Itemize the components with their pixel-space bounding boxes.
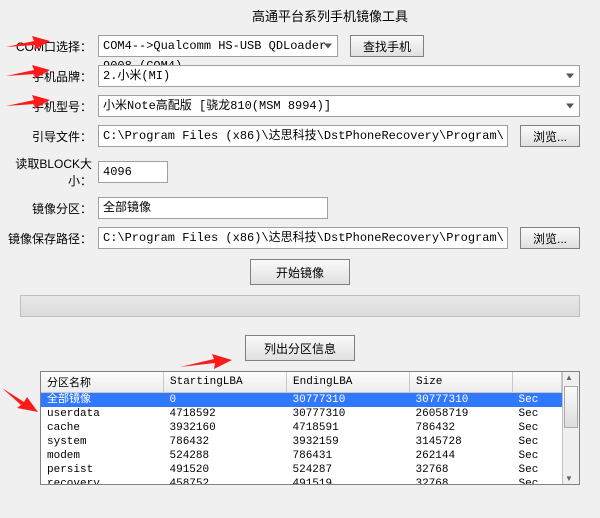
save-path-label: 镜像保存路径： [4, 230, 98, 247]
table-cell: 3932160 [164, 421, 287, 435]
table-row[interactable]: persist49152052428732768Sec [41, 463, 562, 477]
table-row[interactable]: userdata47185923077731026058719Sec [41, 407, 562, 421]
table-cell: Sec [513, 421, 562, 435]
find-phone-button[interactable]: 查找手机 [350, 35, 424, 57]
browse-save-button[interactable]: 浏览... [520, 227, 580, 249]
table-cell: system [41, 435, 164, 449]
table-cell: 0 [164, 393, 287, 408]
table-row[interactable]: modem524288786431262144Sec [41, 449, 562, 463]
table-cell: 524288 [164, 449, 287, 463]
model-label: 手机型号： [4, 98, 98, 115]
partition-label: 镜像分区： [4, 200, 98, 217]
table-cell: 32768 [410, 463, 513, 477]
page-title: 高通平台系列手机镜像工具 [60, 0, 600, 35]
partition-input[interactable] [98, 197, 328, 219]
table-cell: persist [41, 463, 164, 477]
table-cell: recovery [41, 477, 164, 484]
com-port-select[interactable]: COM4-->Qualcomm HS-USB QDLoader 9008 (CO… [98, 35, 338, 57]
table-cell: 4718592 [164, 407, 287, 421]
table-cell: 3145728 [410, 435, 513, 449]
table-header[interactable]: EndingLBA [287, 372, 410, 393]
table-cell: 30777310 [410, 393, 513, 408]
list-partitions-button[interactable]: 列出分区信息 [245, 335, 355, 361]
partition-table[interactable]: 分区名称StartingLBAEndingLBASize 全部镜像0307773… [41, 372, 562, 484]
table-cell: userdata [41, 407, 164, 421]
table-scrollbar[interactable] [562, 372, 579, 484]
table-cell: 4718591 [287, 421, 410, 435]
partition-table-container: 分区名称StartingLBAEndingLBASize 全部镜像0307773… [40, 371, 580, 485]
arrow-annotation-icon [0, 386, 40, 412]
browse-boot-button[interactable]: 浏览... [520, 125, 580, 147]
table-cell: Sec [513, 407, 562, 421]
table-cell: 458752 [164, 477, 287, 484]
table-cell: Sec [513, 435, 562, 449]
table-row[interactable]: cache39321604718591786432Sec [41, 421, 562, 435]
table-cell: 786431 [287, 449, 410, 463]
table-cell: 786432 [410, 421, 513, 435]
table-cell: Sec [513, 449, 562, 463]
table-row[interactable]: 全部镜像03077731030777310Sec [41, 393, 562, 408]
model-select[interactable]: 小米Note高配版 [骁龙810(MSM 8994)] [98, 95, 580, 117]
table-row[interactable]: system78643239321593145728Sec [41, 435, 562, 449]
progress-bar [20, 295, 580, 317]
table-cell: 524287 [287, 463, 410, 477]
save-path-input[interactable] [98, 227, 508, 249]
scrollbar-thumb[interactable] [564, 386, 578, 428]
table-header[interactable] [513, 372, 562, 393]
boot-file-label: 引导文件： [4, 128, 98, 145]
block-size-label: 读取BLOCK大小： [4, 155, 98, 189]
boot-file-input[interactable] [98, 125, 508, 147]
table-cell: Sec [513, 477, 562, 484]
table-cell: 26058719 [410, 407, 513, 421]
brand-label: 手机品牌： [4, 68, 98, 85]
table-header[interactable]: 分区名称 [41, 372, 164, 393]
table-cell: Sec [513, 393, 562, 408]
table-header[interactable]: Size [410, 372, 513, 393]
table-cell: 30777310 [287, 393, 410, 408]
brand-value: 2.小米(MI) [103, 69, 170, 83]
table-cell: 全部镜像 [41, 393, 164, 408]
table-cell: 491519 [287, 477, 410, 484]
table-cell: 491520 [164, 463, 287, 477]
table-cell: modem [41, 449, 164, 463]
table-cell: cache [41, 421, 164, 435]
table-cell: 3932159 [287, 435, 410, 449]
model-value: 小米Note高配版 [骁龙810(MSM 8994)] [103, 99, 331, 113]
start-image-button[interactable]: 开始镜像 [250, 259, 350, 285]
block-size-input[interactable] [98, 161, 168, 183]
table-header[interactable]: StartingLBA [164, 372, 287, 393]
table-cell: 262144 [410, 449, 513, 463]
table-cell: Sec [513, 463, 562, 477]
brand-select[interactable]: 2.小米(MI) [98, 65, 580, 87]
table-row[interactable]: recovery45875249151932768Sec [41, 477, 562, 484]
table-cell: 786432 [164, 435, 287, 449]
com-port-label: COM口选择： [4, 38, 98, 55]
table-cell: 30777310 [287, 407, 410, 421]
table-cell: 32768 [410, 477, 513, 484]
